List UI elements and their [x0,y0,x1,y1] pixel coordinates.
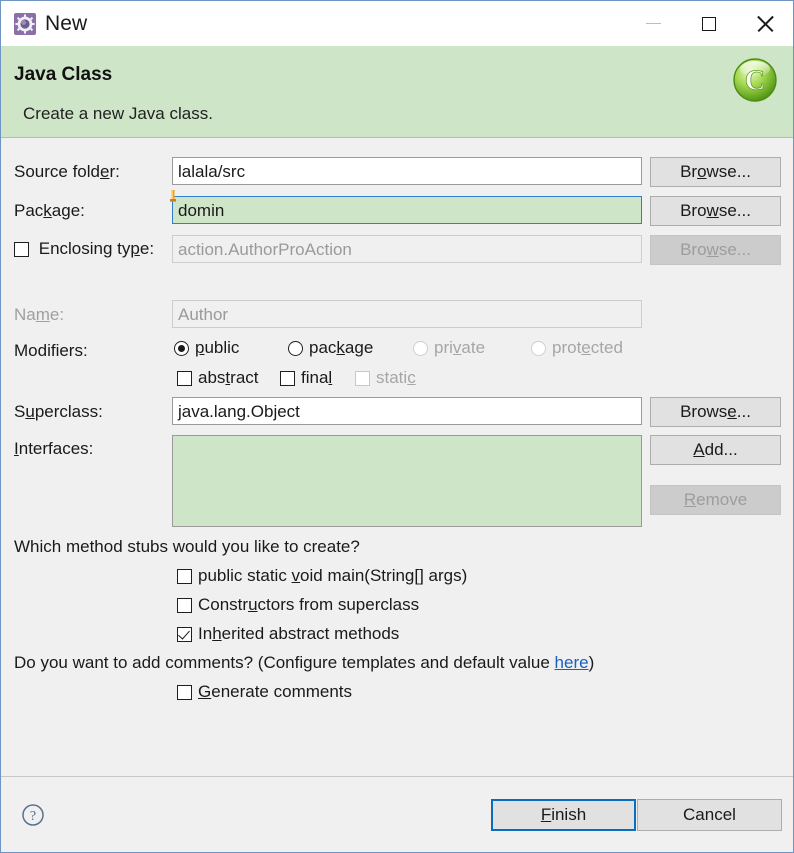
wizard-cog-icon [14,12,36,35]
checkbox-icon [177,568,192,584]
interfaces-label: Interfaces: [14,439,94,458]
radio-icon [413,340,428,356]
superclass-row: Superclass: java.lang.Object Brows e... [1,397,793,427]
new-java-class-dialog: New Java Class Create a new Java class. [0,0,794,853]
stub-checkbox-constructors[interactable]: Constructors from superclass [177,595,419,615]
minimize-icon[interactable] [625,1,681,46]
page-subtitle: Create a new Java class. [23,104,213,123]
source-folder-browse-button[interactable]: Br o wse... [650,157,781,187]
package-row: Package: domin Bro w se... [1,196,793,226]
modifiers-flags-row: abstract final static [1,368,793,394]
comments-question-text: Do you want to add comments? (Configure … [14,653,555,672]
modifiers-row: Modifiers: public package private protec… [1,338,793,364]
radio-icon [288,340,303,356]
maximize-icon[interactable] [681,1,737,46]
page-title: Java Class [14,64,113,85]
name-label: Name: [14,305,65,324]
name-row: Name: Author [1,300,793,330]
generate-comments-checkbox[interactable]: Generate comments [177,682,352,702]
modifiers-label: Modifiers: [14,341,88,360]
finish-button[interactable]: Finish [491,799,636,831]
interfaces-row: Interfaces: Add... Remove [1,435,793,531]
cancel-button[interactable]: Cancel [637,799,782,831]
enclosing-type-checkbox[interactable] [14,242,29,257]
title-bar: New [1,1,793,46]
checkbox-icon [177,626,192,642]
window-controls [625,1,793,46]
name-input: Author [172,300,642,328]
interfaces-remove-button: Remove [650,485,781,515]
help-icon[interactable]: ? [21,803,45,827]
package-input[interactable]: domin [172,196,642,224]
enclosing-type-label: Enclosing type: [14,239,154,259]
modifier-checkbox-abstract[interactable]: abstract [177,368,280,388]
close-icon[interactable] [737,1,793,46]
wizard-header: Java Class Create a new Java class. C [1,46,793,138]
modifier-checkbox-static: static [355,368,416,388]
window-title: New [45,12,88,35]
checkbox-icon [355,370,370,386]
package-label: Package: [14,201,85,220]
checkbox-icon [177,684,192,700]
dialog-body: Source folder: lalala/src Br o wse... Pack… [1,139,793,776]
svg-text:?: ? [30,809,36,824]
checkbox-icon [177,597,192,613]
interfaces-add-button[interactable]: Add... [650,435,781,465]
configure-templates-link[interactable]: here [555,653,589,672]
checkbox-icon [177,370,192,386]
stub-checkbox-main[interactable]: public static void main(String[] args) [177,566,467,586]
source-folder-row: Source folder: lalala/src Br o wse... [1,157,793,187]
svg-text:C: C [745,66,765,97]
comments-question: Do you want to add comments? (Configure … [14,653,595,672]
enclosing-type-input: action.AuthorProAction [172,235,642,263]
radio-icon [174,340,189,356]
enclosing-type-row: Enclosing type: action.AuthorProAction B… [1,235,793,265]
modifier-radio-private: private [413,338,531,358]
superclass-browse-button[interactable]: Brows e... [650,397,781,427]
modifier-radio-protected: protected [531,338,623,358]
text-cursor-marker [169,190,177,202]
source-folder-label: Source folder: [14,162,120,181]
source-folder-input[interactable]: lalala/src [172,157,642,185]
stub-checkbox-inherited[interactable]: Inherited abstract methods [177,624,399,644]
enclosing-type-browse-button: Bro w se... [650,235,781,265]
checkbox-icon [280,370,295,386]
superclass-label: Superclass: [14,402,103,421]
method-stubs-question: Which method stubs would you like to cre… [14,537,360,556]
interfaces-list[interactable] [172,435,642,527]
radio-icon [531,340,546,356]
modifier-radio-package[interactable]: package [288,338,413,358]
superclass-input[interactable]: java.lang.Object [172,397,642,425]
package-browse-button[interactable]: Bro w se... [650,196,781,226]
modifier-checkbox-final[interactable]: final [280,368,355,388]
java-class-wizard-icon: C [731,56,779,104]
modifier-radio-public[interactable]: public [174,338,288,358]
